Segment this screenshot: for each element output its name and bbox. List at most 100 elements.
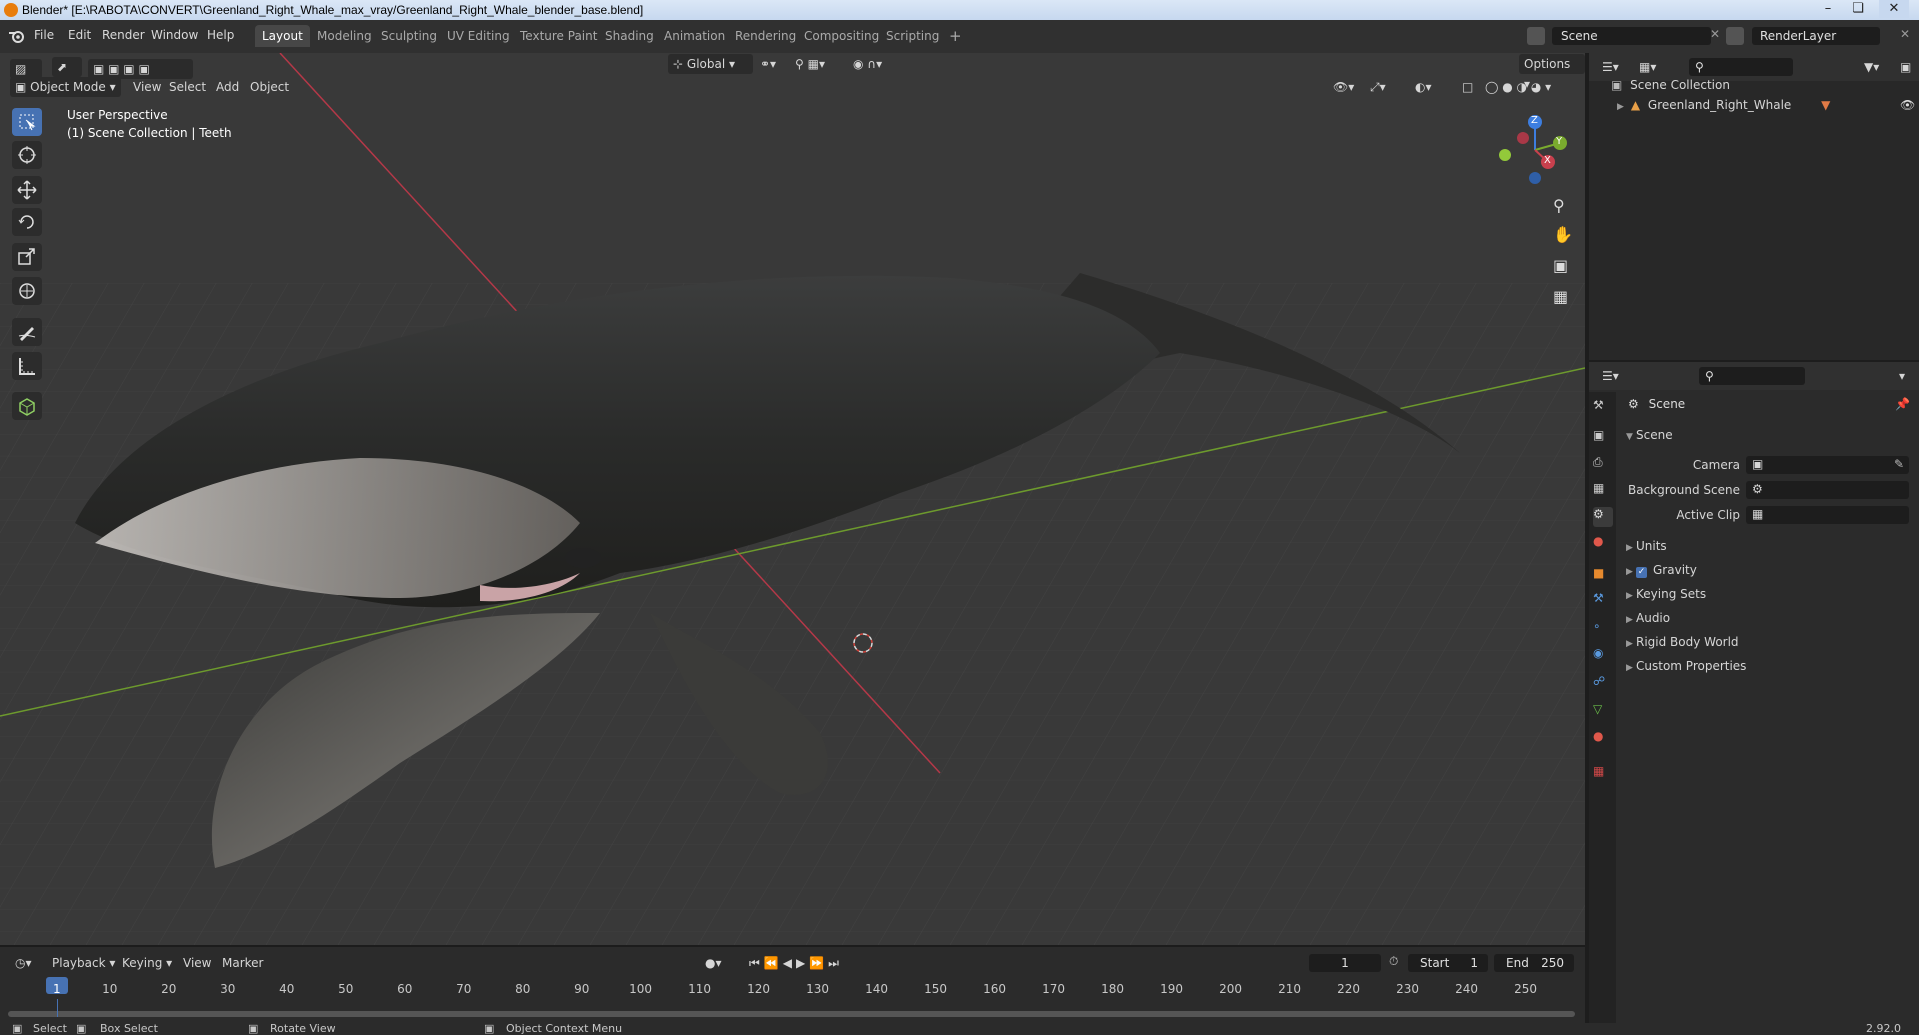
expand-chevron-icon[interactable]: ▶ bbox=[1617, 102, 1627, 112]
scene-name-field[interactable]: Scene bbox=[1552, 27, 1711, 45]
panel-keying-sets[interactable]: ▶ Keying Sets bbox=[1626, 587, 1706, 601]
tab-uv-editing[interactable]: UV Editing bbox=[440, 25, 517, 47]
panel-gravity[interactable]: ▶ ✓ Gravity bbox=[1626, 563, 1697, 578]
visibility-eye-icon[interactable]: 👁 bbox=[1900, 98, 1915, 112]
menu-window[interactable]: Window bbox=[151, 28, 198, 42]
timeline-menu-view[interactable]: View bbox=[178, 953, 216, 973]
rotate-tool[interactable] bbox=[12, 208, 42, 236]
tab-sculpting[interactable]: Sculpting bbox=[374, 25, 444, 47]
cursor-tool[interactable] bbox=[12, 141, 42, 169]
select-tool-icon[interactable]: ⬈ bbox=[52, 57, 82, 77]
menu-render[interactable]: Render bbox=[102, 28, 145, 42]
display-mode-icon[interactable]: ▦▾ bbox=[1634, 57, 1661, 77]
end-frame-field[interactable]: End 250 bbox=[1494, 954, 1574, 972]
armature-data-icon[interactable]: ▼ bbox=[1821, 98, 1830, 112]
menu-view[interactable]: View bbox=[128, 77, 166, 97]
scene-selector-icon[interactable] bbox=[1527, 27, 1545, 45]
physics-tab-icon[interactable]: ◉ bbox=[1593, 646, 1613, 666]
overlay-toggle-icon[interactable]: ◐▾ bbox=[1410, 77, 1437, 97]
current-frame-field[interactable]: 1 bbox=[1309, 954, 1381, 972]
object-mode-dropdown[interactable]: ▣ Object Mode ▾ bbox=[10, 77, 121, 97]
tab-modeling[interactable]: Modeling bbox=[310, 25, 379, 47]
scene-tab-icon[interactable]: ⚙ bbox=[1593, 507, 1613, 527]
menu-help[interactable]: Help bbox=[207, 28, 234, 42]
material-tab-icon[interactable]: ● bbox=[1593, 729, 1613, 749]
ortho-toggle-icon[interactable]: ▦ bbox=[1553, 287, 1568, 306]
outliner-search-input[interactable]: ⚲ bbox=[1689, 58, 1793, 76]
tab-compositing[interactable]: Compositing bbox=[797, 25, 886, 47]
outliner-scene-collection[interactable]: ▣ Scene Collection bbox=[1611, 78, 1830, 98]
tab-animation[interactable]: Animation bbox=[657, 25, 732, 47]
render-tab-icon[interactable]: ▣ bbox=[1593, 428, 1613, 448]
properties-options-chevron-icon[interactable]: ▾ bbox=[1894, 366, 1910, 386]
world-tab-icon[interactable]: ● bbox=[1593, 534, 1613, 554]
panel-custom-properties[interactable]: ▶ Custom Properties bbox=[1626, 659, 1746, 673]
move-tool[interactable] bbox=[12, 176, 42, 204]
pin-icon[interactable]: 📌 bbox=[1895, 397, 1910, 411]
blender-menu-icon[interactable] bbox=[8, 28, 26, 44]
tool-tab-icon[interactable]: ⚒ bbox=[1593, 398, 1613, 418]
menu-file[interactable]: File bbox=[34, 28, 54, 42]
3d-viewport[interactable] bbox=[0, 53, 1585, 945]
camera-view-icon[interactable]: ▣ bbox=[1553, 256, 1568, 275]
modifier-tab-icon[interactable]: ⚒ bbox=[1593, 591, 1613, 611]
render-layer-field[interactable]: RenderLayer bbox=[1752, 27, 1880, 45]
tab-scripting[interactable]: Scripting bbox=[879, 25, 946, 47]
background-scene-field[interactable]: ⚙ bbox=[1746, 481, 1909, 499]
outliner-editor-type-icon[interactable]: ☰▾ bbox=[1597, 57, 1624, 77]
snap-icon[interactable]: ⚲ ▦▾ bbox=[790, 54, 830, 74]
start-frame-field[interactable]: Start 1 bbox=[1408, 954, 1488, 972]
stopwatch-icon[interactable]: ⏱ bbox=[1389, 954, 1398, 969]
navigation-gizmo[interactable]: Z Y X bbox=[1490, 110, 1580, 200]
tab-rendering[interactable]: Rendering bbox=[728, 25, 803, 47]
playback-controls-icons[interactable]: ⏮⏪◀▶⏩⏭ bbox=[744, 953, 848, 973]
scene-panel-header[interactable]: ▼ Scene bbox=[1626, 428, 1673, 442]
texture-tab-icon[interactable]: ▦ bbox=[1593, 764, 1613, 784]
pan-hand-icon[interactable]: ✋ bbox=[1553, 225, 1573, 244]
xray-icon[interactable]: □ bbox=[1457, 77, 1478, 97]
menu-edit[interactable]: Edit bbox=[68, 28, 91, 42]
menu-playback[interactable]: Playback ▾ bbox=[47, 953, 120, 973]
scene-remove-icon[interactable]: ✕ bbox=[1710, 27, 1720, 41]
menu-select[interactable]: Select bbox=[164, 77, 211, 97]
timeline-editor-type-icon[interactable]: ◷▾ bbox=[10, 953, 37, 973]
menu-marker[interactable]: Marker bbox=[217, 953, 268, 973]
annotate-tool[interactable] bbox=[12, 318, 42, 346]
render-layer-icon[interactable] bbox=[1726, 27, 1744, 45]
gizmo-toggle-icon[interactable]: ⤢▾ bbox=[1365, 77, 1391, 97]
output-tab-icon[interactable]: ⎙ bbox=[1593, 455, 1613, 475]
minimize-button[interactable]: – bbox=[1813, 0, 1843, 18]
maximize-button[interactable]: ❏ bbox=[1843, 0, 1873, 18]
gravity-checkbox[interactable]: ✓ bbox=[1636, 567, 1647, 578]
add-cube-tool[interactable] bbox=[12, 392, 42, 420]
transform-tool[interactable] bbox=[12, 277, 42, 305]
constraints-tab-icon[interactable]: ☍ bbox=[1593, 674, 1613, 694]
scale-tool[interactable] bbox=[12, 243, 42, 271]
outliner-item-greenland-right-whale[interactable]: ▶ ▲ Greenland_Right_Whale ▼ 👁 bbox=[1617, 98, 1915, 118]
panel-units[interactable]: ▶ Units bbox=[1626, 539, 1667, 553]
pivot-point-icon[interactable]: ⚭▾ bbox=[755, 54, 781, 74]
options-dropdown[interactable]: Options ▾ bbox=[1519, 54, 1585, 91]
filter-icon[interactable]: ▼▾ bbox=[1859, 57, 1884, 77]
select-box-tool[interactable] bbox=[12, 108, 42, 136]
zoom-icon[interactable]: ⚲ bbox=[1553, 196, 1565, 215]
active-clip-field[interactable]: ▦ bbox=[1746, 506, 1909, 524]
render-layer-remove-icon[interactable]: ✕ bbox=[1900, 27, 1910, 41]
camera-field[interactable]: ▣ ✎ bbox=[1746, 456, 1909, 474]
panel-audio[interactable]: ▶ Audio bbox=[1626, 611, 1670, 625]
data-tab-icon[interactable]: ▽ bbox=[1593, 702, 1613, 722]
transform-orientation-dropdown[interactable]: ⊹ Global ▾ bbox=[668, 54, 753, 74]
measure-tool[interactable] bbox=[12, 352, 42, 380]
properties-editor-type-icon[interactable]: ☰▾ bbox=[1597, 366, 1624, 386]
particles-tab-icon[interactable]: ∘ bbox=[1593, 619, 1613, 639]
add-workspace-icon[interactable]: + bbox=[942, 25, 969, 47]
record-keyframe-icon[interactable]: ●▾ bbox=[700, 953, 727, 973]
menu-object[interactable]: Object bbox=[245, 77, 294, 97]
tab-shading[interactable]: Shading bbox=[598, 25, 661, 47]
eyedropper-icon[interactable]: ✎ bbox=[1894, 457, 1904, 471]
object-tab-icon[interactable]: ■ bbox=[1593, 566, 1613, 586]
tab-texture-paint[interactable]: Texture Paint bbox=[513, 25, 604, 47]
shading-modes-icons[interactable]: ◯ ● ◑ ◕ ▾ bbox=[1480, 77, 1556, 97]
new-collection-icon[interactable]: ▣ bbox=[1895, 57, 1916, 77]
panel-rigid-body-world[interactable]: ▶ Rigid Body World bbox=[1626, 635, 1739, 649]
